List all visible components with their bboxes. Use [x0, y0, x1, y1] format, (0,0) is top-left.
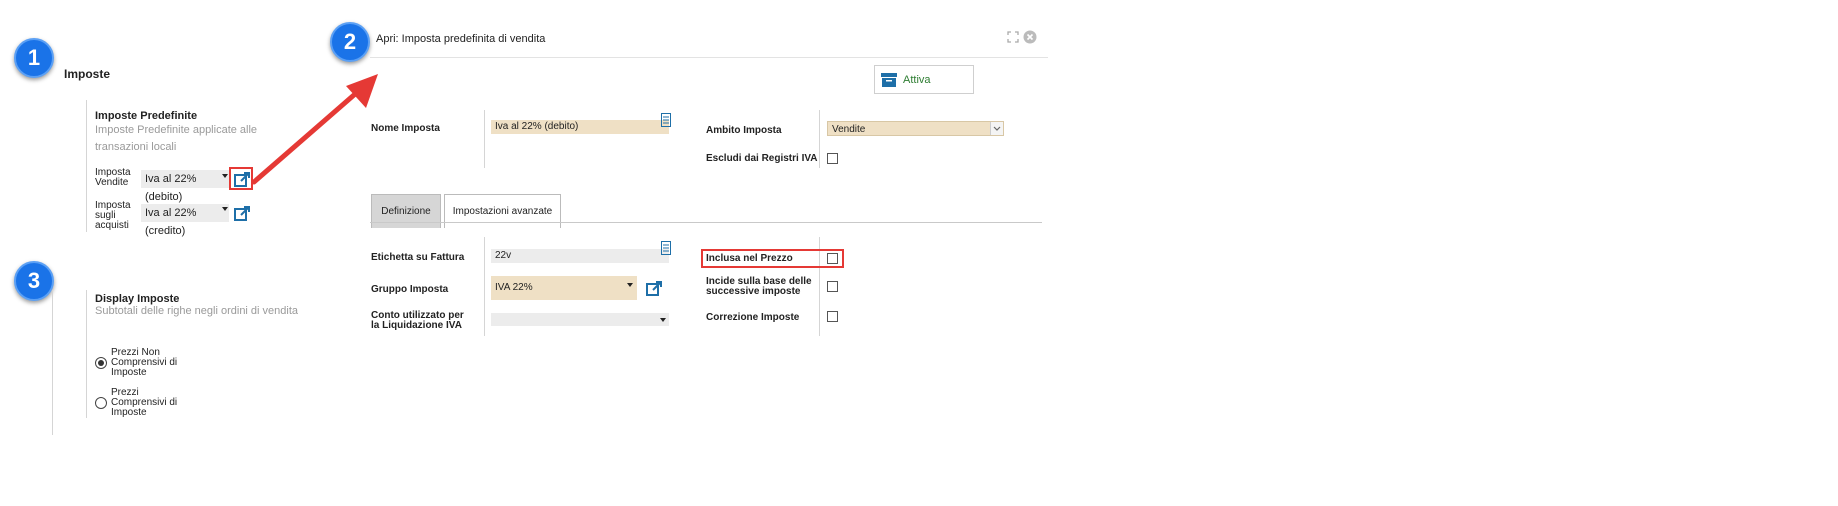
conto-liquidazione-label: Conto utilizzato per la Liquidazione IVA	[371, 310, 464, 331]
active-button-label: Attiva	[903, 74, 931, 86]
etichetta-fattura-value: 22v	[495, 250, 512, 261]
sales-tax-label: Imposta Vendite	[95, 167, 131, 188]
fullscreen-icon[interactable]	[1007, 31, 1019, 43]
chevron-down-icon	[990, 122, 1003, 135]
etichetta-fattura-input[interactable]: 22v	[491, 249, 669, 263]
ambito-imposta-select[interactable]: Vendite	[827, 121, 1004, 136]
incide-base-label: Incide sulla base delle successive impos…	[706, 276, 812, 297]
chevron-down-icon	[627, 283, 633, 287]
gruppo-imposta-value: IVA 22%	[495, 282, 533, 293]
escludi-registri-label: Escludi dai Registri IVA	[706, 153, 818, 164]
etichetta-fattura-label: Etichetta su Fattura	[371, 252, 465, 263]
field-divider	[484, 237, 485, 336]
nome-imposta-input[interactable]: Iva al 22% (debito)	[491, 120, 669, 134]
section-divider	[86, 100, 87, 232]
archive-icon	[881, 73, 897, 87]
radio-prices-excluded-label: Prezzi Non Comprensivi di Imposte	[111, 347, 178, 378]
field-divider	[819, 110, 820, 168]
chevron-down-icon	[222, 207, 228, 211]
close-icon[interactable]	[1023, 30, 1037, 44]
nome-imposta-label: Nome Imposta	[371, 123, 440, 134]
conto-liquidazione-select[interactable]	[491, 313, 669, 326]
active-button[interactable]: Attiva	[874, 65, 974, 94]
radio-prices-included[interactable]	[95, 397, 107, 409]
left-divider	[52, 290, 53, 435]
translate-icon[interactable]	[661, 241, 671, 255]
field-divider	[484, 110, 485, 168]
tabs-underline	[370, 222, 1042, 223]
gruppo-imposta-label: Gruppo Imposta	[371, 284, 449, 295]
predefined-title: Imposte Predefinite	[95, 110, 198, 122]
nome-imposta-value: Iva al 22% (debito)	[495, 121, 579, 132]
purchase-tax-value: Iva al 22% (credito)	[145, 207, 197, 237]
radio-prices-excluded[interactable]	[95, 357, 107, 369]
sales-tax-value: Iva al 22% (debito)	[145, 173, 197, 203]
display-subtitle: Subtotali delle righe negli ordini di ve…	[95, 305, 299, 317]
incide-base-checkbox[interactable]	[827, 281, 838, 292]
step-badge-2: 2	[330, 22, 370, 62]
dialog-title: Apri: Imposta predefinita di vendita	[376, 33, 546, 45]
gruppo-imposta-select[interactable]: IVA 22%	[491, 276, 637, 300]
step-badge-1: 1	[14, 38, 54, 78]
translate-icon[interactable]	[661, 113, 671, 127]
section-divider	[86, 290, 87, 418]
correzione-imposte-label: Correzione Imposte	[706, 312, 800, 323]
purchase-tax-select[interactable]: Iva al 22% (credito)	[141, 204, 229, 237]
ambito-imposta-value: Vendite	[832, 124, 866, 135]
ambito-imposta-label: Ambito Imposta	[706, 125, 782, 136]
highlight-box-inclusa	[701, 249, 844, 268]
dialog-header-divider	[370, 57, 1048, 58]
external-link-icon[interactable]	[645, 280, 663, 298]
sales-tax-select[interactable]: Iva al 22% (debito)	[141, 170, 229, 203]
display-title: Display Imposte	[95, 293, 180, 305]
external-link-icon[interactable]	[233, 205, 251, 223]
section-title: Imposte	[64, 67, 111, 81]
chevron-down-icon	[660, 318, 666, 322]
radio-prices-included-label: Prezzi Comprensivi di Imposte	[111, 387, 178, 418]
purchase-tax-label: Imposta sugli acquisti	[95, 200, 131, 231]
escludi-registri-checkbox[interactable]	[827, 153, 838, 164]
chevron-down-icon	[222, 174, 228, 178]
pointer-arrow	[251, 74, 378, 185]
correzione-imposte-checkbox[interactable]	[827, 311, 838, 322]
step-badge-3: 3	[14, 261, 54, 301]
